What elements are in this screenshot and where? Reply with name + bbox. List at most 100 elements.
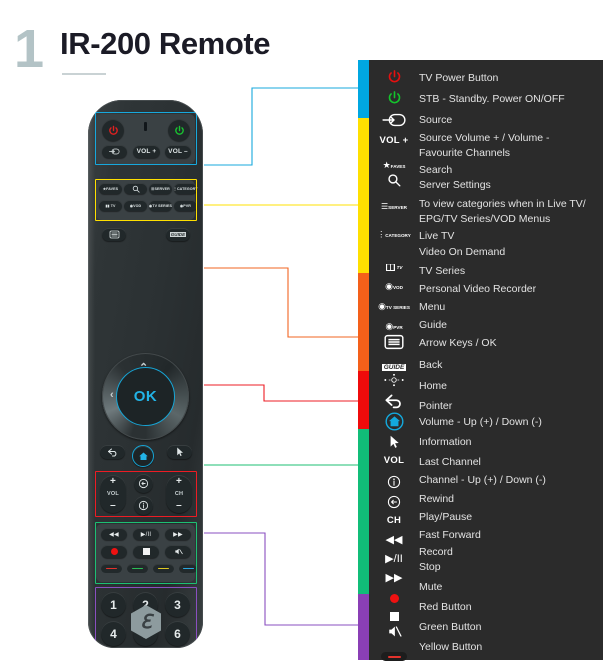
legend-label-pvr: Personal Video Recorder bbox=[419, 283, 537, 295]
guide-label: GUIDE bbox=[169, 232, 187, 237]
legend-icon-menu bbox=[369, 334, 419, 355]
legend-label-arrow-keys: Arrow Keys / OK bbox=[419, 337, 497, 349]
channel-rocker[interactable]: + CH – bbox=[166, 475, 192, 513]
rewind-icon: ◀◀ bbox=[109, 531, 119, 538]
legend-icon-volume: VOL + bbox=[379, 135, 409, 146]
number-button-6[interactable]: 6 bbox=[165, 621, 190, 646]
legend-icon-last-channel bbox=[369, 495, 419, 514]
legend-label-guide: Guide bbox=[419, 319, 448, 331]
legend-icon-live-tv: ▮▮ TV bbox=[385, 264, 403, 271]
channel-plus-label: + bbox=[175, 476, 183, 487]
vol-plus-label: VOL + bbox=[136, 148, 157, 155]
guide-button[interactable]: GUIDE bbox=[166, 228, 190, 241]
strip-segment-yellow bbox=[358, 118, 369, 273]
source-volume-down-button[interactable]: VOL – bbox=[165, 145, 191, 158]
stop-button[interactable] bbox=[133, 545, 159, 558]
dpad-left-button[interactable]: ‹ bbox=[110, 390, 114, 401]
source-volume-up-button[interactable]: VOL + bbox=[133, 145, 160, 158]
mute-button[interactable] bbox=[165, 545, 191, 558]
pvr-button[interactable]: ◉PVR bbox=[174, 200, 197, 211]
legend-label-channel: Channel - Up (+) / Down (-) bbox=[419, 474, 546, 486]
legend-label-yellow-button: Yellow Button bbox=[419, 641, 483, 653]
power-icon bbox=[108, 125, 118, 135]
legend-icon-play-pause: ▶/II bbox=[385, 553, 403, 565]
info-button[interactable] bbox=[134, 496, 153, 515]
record-button[interactable] bbox=[101, 545, 127, 558]
live-tv-label: ▮▮ TV bbox=[105, 203, 116, 208]
play-pause-button[interactable]: ▶/II bbox=[133, 528, 159, 540]
home-icon bbox=[138, 452, 148, 460]
legend-label-source: Source bbox=[419, 114, 453, 126]
legend-icon-fast-forward: ▶▶ bbox=[385, 572, 403, 584]
legend-icon-pvr: ◉PVR bbox=[385, 321, 403, 331]
vod-label: ◉VOD bbox=[129, 203, 142, 208]
legend-label-categories-1: To view categories when in Live TV/ bbox=[419, 198, 586, 210]
legend-icon-column: VOL + ★FAVES ☰SERVER ⋮CATEGORY ▮▮ TV ◉VO… bbox=[369, 60, 419, 661]
legend-icon-vod: ◉VOD bbox=[385, 281, 403, 291]
legend-label-volume: Volume - Up (+) / Down (-) bbox=[419, 416, 542, 428]
volume-plus-label: + bbox=[109, 476, 117, 487]
legend-label-pointer: Pointer bbox=[419, 400, 453, 412]
legend-icon-back bbox=[369, 393, 419, 414]
legend-icon-volume-label: VOL bbox=[383, 455, 405, 466]
faves-button[interactable]: ★FAVES bbox=[99, 183, 122, 194]
ok-button[interactable]: OK bbox=[116, 367, 175, 426]
volume-rocker[interactable]: + VOL – bbox=[100, 475, 126, 513]
legend-text-column: TV Power Button STB - Standby. Power ON/… bbox=[419, 60, 603, 662]
green-color-button[interactable] bbox=[127, 564, 148, 573]
number-button-1[interactable]: 1 bbox=[101, 592, 126, 617]
legend-label-stb-power: STB - Standby. Power ON/OFF bbox=[419, 93, 565, 105]
tv-series-button[interactable]: ◉TV SERIES bbox=[149, 200, 172, 211]
red-color-button[interactable] bbox=[101, 564, 122, 573]
live-tv-button[interactable]: ▮▮ TV bbox=[99, 200, 122, 211]
fast-forward-icon: ▶▶ bbox=[173, 531, 183, 538]
strip-segment-red bbox=[358, 371, 369, 429]
strip-segment-blue bbox=[358, 60, 369, 118]
legend-icon-channel-label: CH bbox=[386, 515, 402, 526]
record-icon bbox=[110, 548, 118, 555]
back-icon bbox=[107, 448, 116, 457]
menu-icon bbox=[109, 230, 119, 239]
legend-icon-tv-series: ◉TV SERIES bbox=[378, 301, 410, 311]
server-label: ☰SERVER bbox=[151, 186, 170, 191]
last-channel-button[interactable] bbox=[134, 474, 153, 493]
mute-icon bbox=[174, 548, 183, 555]
pointer-button[interactable] bbox=[167, 445, 192, 459]
blue-color-button[interactable] bbox=[179, 564, 197, 573]
home-button[interactable] bbox=[132, 445, 154, 467]
legend-icon-tv-power bbox=[369, 69, 419, 89]
stop-icon bbox=[142, 548, 150, 555]
fast-forward-button[interactable]: ▶▶ bbox=[165, 528, 191, 540]
number-button-3[interactable]: 3 bbox=[165, 592, 190, 617]
remote-body: VOL + VOL – ★FAVES ☰SERVER ⋮CATEGORY ▮▮ … bbox=[88, 100, 203, 648]
play-pause-icon: ▶/II bbox=[140, 531, 152, 538]
stb-power-button[interactable] bbox=[168, 119, 190, 141]
info-icon bbox=[138, 500, 149, 511]
yellow-color-button[interactable] bbox=[153, 564, 174, 573]
vod-button[interactable]: ◉VOD bbox=[124, 200, 147, 211]
channel-minus-label: – bbox=[176, 500, 182, 511]
search-button[interactable] bbox=[124, 183, 147, 194]
legend-label-stop: Stop bbox=[419, 561, 441, 573]
strip-segment-purple bbox=[358, 594, 369, 660]
legend-icon-search bbox=[369, 173, 419, 192]
legend-label-tv-series: TV Series bbox=[419, 265, 466, 277]
legend-icon-server: ☰SERVER bbox=[381, 202, 407, 211]
legend-icon-pointer bbox=[369, 435, 419, 454]
tv-power-button[interactable] bbox=[102, 119, 124, 141]
legend-panel: VOL + ★FAVES ☰SERVER ⋮CATEGORY ▮▮ TV ◉VO… bbox=[358, 60, 603, 662]
legend-icon-faves: ★FAVES bbox=[382, 160, 406, 170]
power-icon bbox=[174, 125, 184, 135]
rewind-button[interactable]: ◀◀ bbox=[101, 528, 127, 540]
source-button[interactable] bbox=[102, 145, 127, 158]
legend-icon-home bbox=[369, 412, 419, 436]
server-button[interactable]: ☰SERVER bbox=[149, 183, 172, 194]
number-button-4[interactable]: 4 bbox=[101, 621, 126, 646]
legend-label-home: Home bbox=[419, 380, 448, 392]
last-channel-icon bbox=[138, 478, 149, 489]
legend-icon-rewind: ◀◀ bbox=[385, 534, 403, 546]
back-button[interactable] bbox=[100, 445, 125, 459]
category-button[interactable]: ⋮CATEGORY bbox=[173, 183, 198, 194]
menu-button[interactable] bbox=[102, 228, 126, 241]
ir-led bbox=[144, 122, 147, 131]
